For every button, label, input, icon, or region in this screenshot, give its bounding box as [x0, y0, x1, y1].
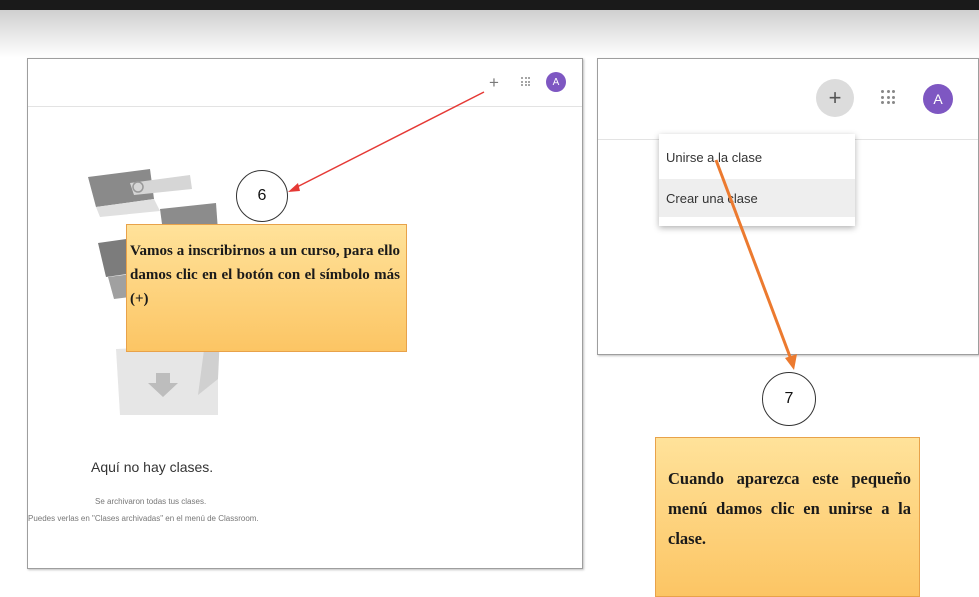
red-arrow — [292, 91, 485, 190]
orange-arrow — [714, 159, 794, 363]
orange-arrowhead-icon — [785, 354, 797, 370]
red-arrowhead-icon — [288, 183, 300, 192]
annotation-arrows — [288, 91, 797, 370]
